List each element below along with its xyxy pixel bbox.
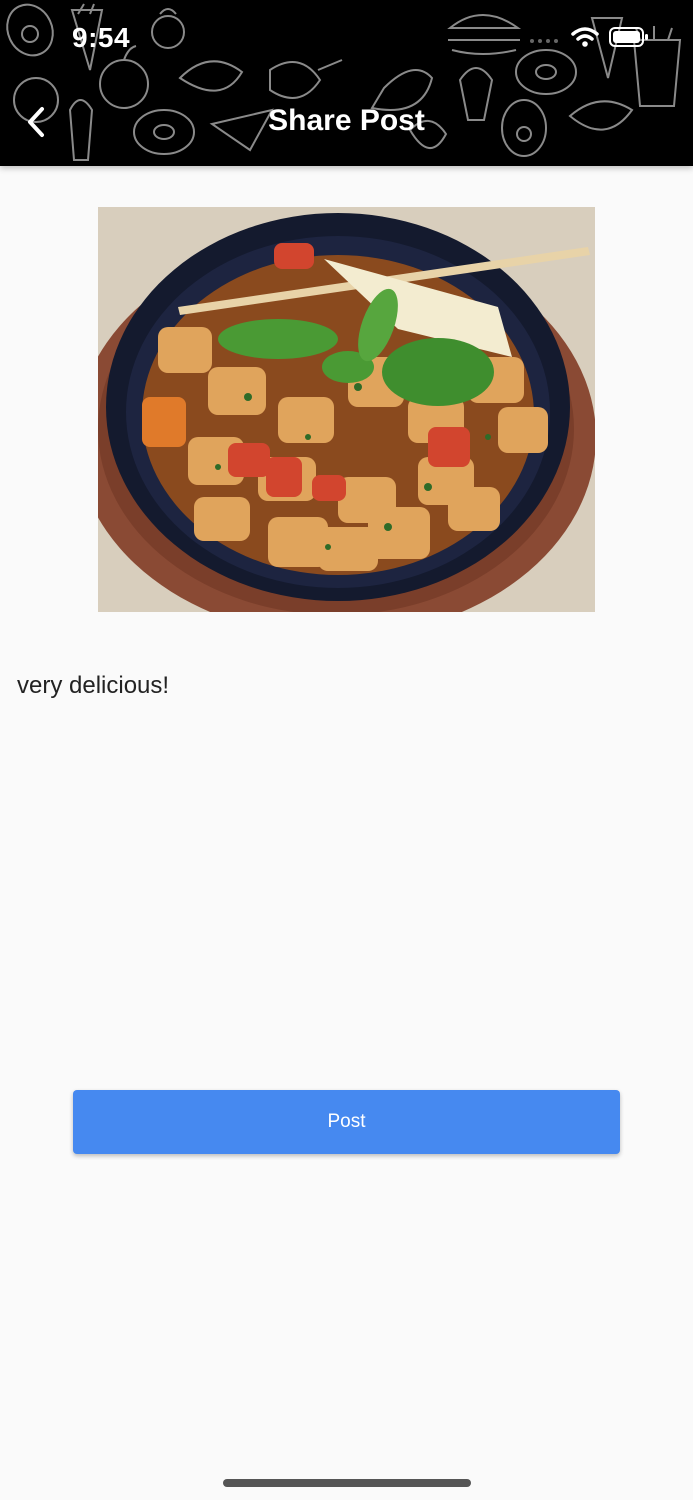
- status-time: 9:54: [72, 22, 131, 53]
- status-icons: [529, 26, 649, 48]
- battery-icon: [609, 27, 648, 47]
- navigation-bar: Share Post: [0, 86, 693, 158]
- wifi-icon: [571, 27, 599, 47]
- status-bar: 9:54: [0, 0, 693, 80]
- app-header: 9:54 Share Post: [0, 0, 693, 166]
- post-button[interactable]: Post: [73, 1090, 620, 1154]
- post-photo: [98, 207, 595, 612]
- food-photo: [98, 207, 595, 612]
- post-caption[interactable]: very delicious!: [17, 672, 677, 700]
- home-indicator: [223, 1479, 471, 1487]
- signal-icon: [530, 39, 558, 43]
- page-title: Share Post: [268, 104, 425, 137]
